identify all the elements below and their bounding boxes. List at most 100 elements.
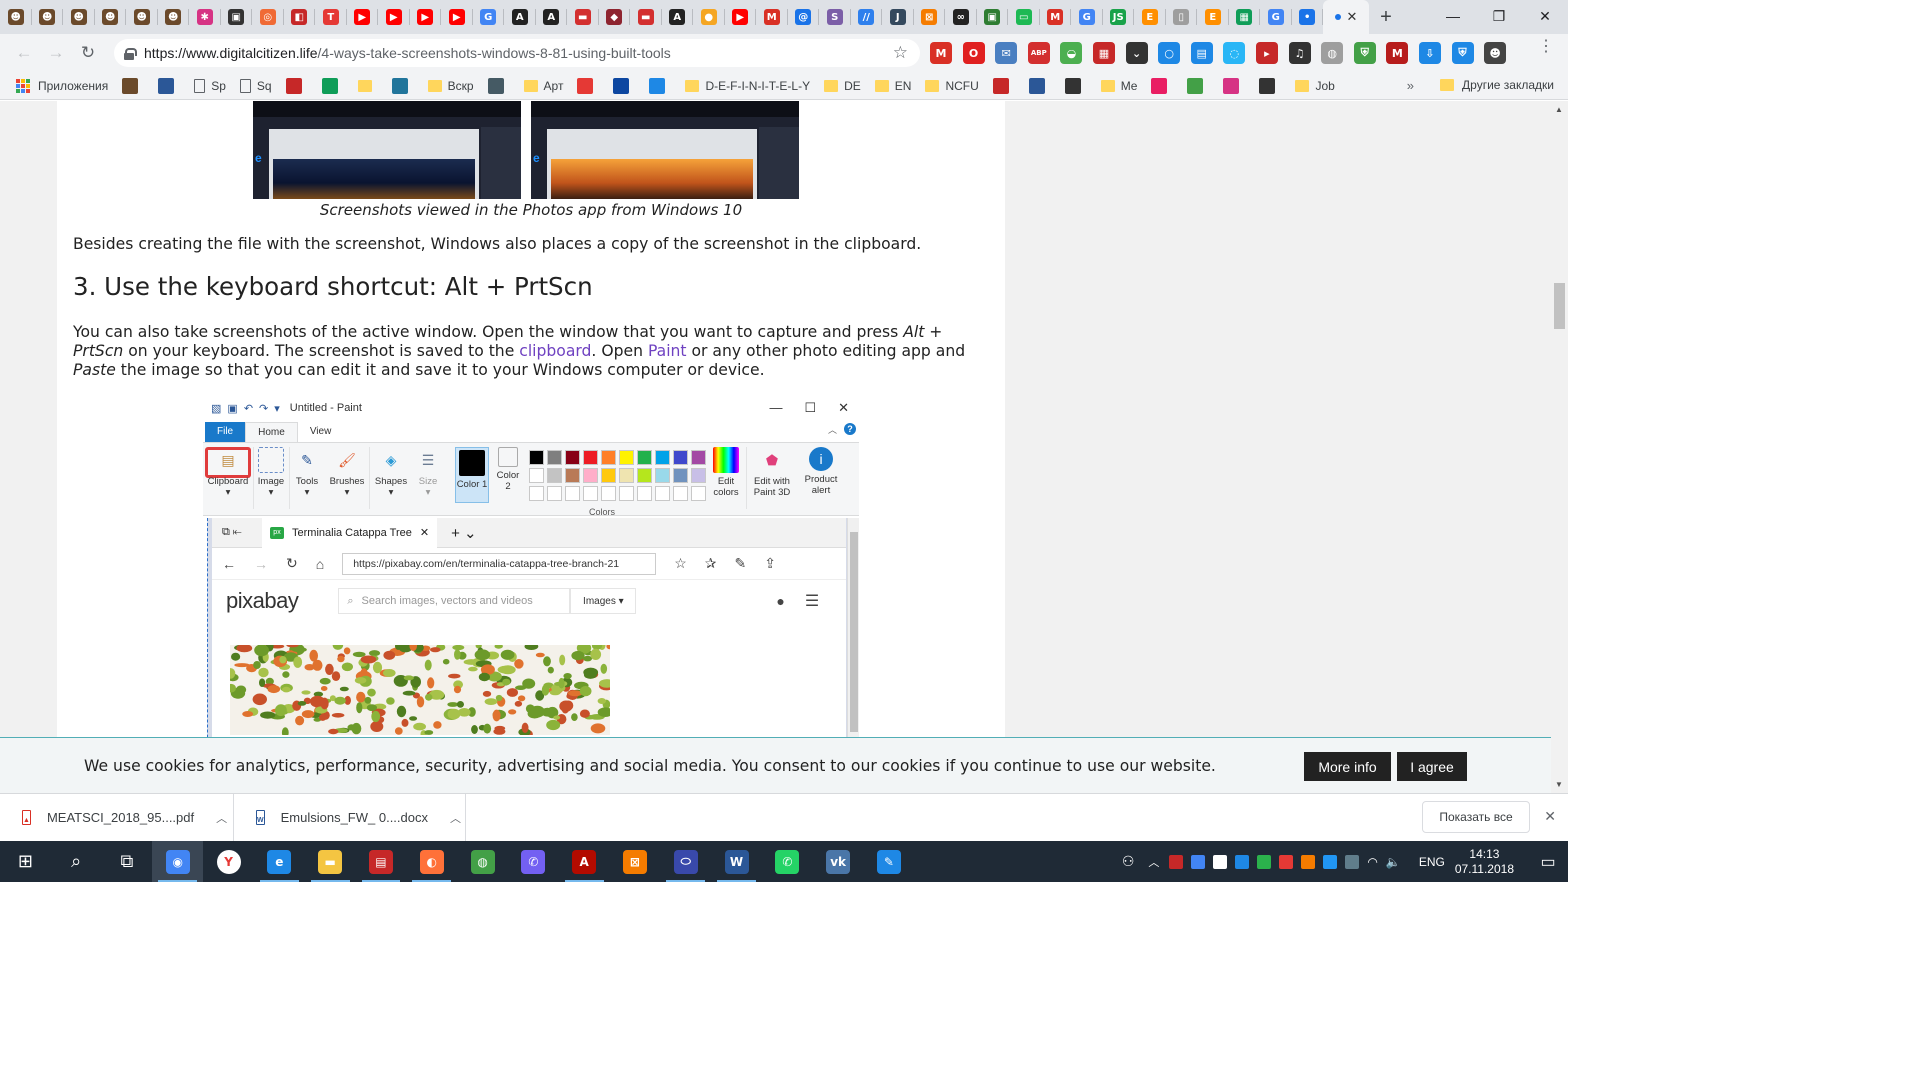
download-item-docx[interactable]: W Emulsions_FW_ 0....docx ︿ bbox=[234, 793, 466, 842]
bookmark-item[interactable]: D-E-F-I-N-I-T-E-L-Y bbox=[685, 79, 810, 93]
tray-overflow-icon[interactable]: ︿ bbox=[1148, 854, 1159, 870]
browser-tab[interactable]: A bbox=[662, 0, 694, 34]
taskbar-app[interactable]: ⧉ bbox=[102, 841, 153, 882]
browser-tab[interactable]: ☻ bbox=[158, 0, 190, 34]
browser-tab[interactable]: ▶ bbox=[347, 0, 379, 34]
tray-app-icon[interactable] bbox=[1235, 854, 1250, 869]
download-options-chevron-icon[interactable]: ︿ bbox=[216, 810, 227, 826]
bookmark-item[interactable]: Sp bbox=[194, 78, 226, 93]
grid-icon[interactable]: ▦ bbox=[1092, 42, 1115, 64]
taskbar-app[interactable]: ▤ bbox=[356, 841, 407, 882]
bookmark-item[interactable] bbox=[1028, 77, 1051, 94]
download-item-pdf[interactable]: ▲ MEATSCI_2018_95....pdf ︿ bbox=[0, 793, 234, 842]
tray-app-icon[interactable] bbox=[1257, 854, 1272, 869]
maximize-button[interactable]: ❐ bbox=[1476, 0, 1522, 32]
bookmark-item[interactable]: Me bbox=[1100, 79, 1137, 93]
new-tab-button[interactable]: + bbox=[1369, 0, 1403, 34]
basket-icon[interactable]: ◒ bbox=[1060, 42, 1083, 64]
bookmark-item[interactable] bbox=[613, 77, 635, 94]
browser-tab[interactable]: ☻ bbox=[95, 0, 127, 34]
browser-tab[interactable]: E bbox=[1197, 0, 1229, 34]
mm-icon[interactable]: M bbox=[1386, 42, 1409, 64]
tab-close-icon[interactable]: ✕ bbox=[1347, 9, 1358, 25]
taskbar-app[interactable]: ✆ bbox=[508, 841, 559, 882]
browser-tab[interactable]: • bbox=[1292, 0, 1324, 34]
music-icon[interactable]: ♫ bbox=[1288, 42, 1311, 64]
taskbar-app[interactable]: ⬭ bbox=[660, 841, 711, 882]
browser-tab[interactable]: ▶ bbox=[441, 0, 473, 34]
tray-app-icon[interactable] bbox=[1301, 854, 1316, 869]
globe-icon[interactable]: ◍ bbox=[1321, 42, 1344, 64]
cookie-more-info-button[interactable]: More info bbox=[1304, 752, 1391, 781]
taskbar-app[interactable]: ◍ bbox=[457, 841, 508, 882]
opera-icon[interactable]: O bbox=[962, 42, 985, 64]
browser-tab[interactable]: ✱ bbox=[189, 0, 221, 34]
bookmark-item[interactable] bbox=[285, 77, 308, 94]
reload-button[interactable]: ↻ bbox=[72, 37, 104, 69]
apps-bookmark[interactable]: Приложения bbox=[16, 78, 108, 93]
browser-tab[interactable]: G bbox=[473, 0, 505, 34]
taskbar-app[interactable]: W bbox=[711, 841, 762, 882]
browser-tab[interactable]: ☻ bbox=[0, 0, 32, 34]
sync-icon[interactable]: ◌ bbox=[1223, 42, 1246, 64]
lock-icon[interactable] bbox=[124, 47, 137, 60]
bookmark-item[interactable]: Sq bbox=[239, 78, 272, 93]
show-all-downloads-button[interactable]: Показать все bbox=[1422, 801, 1530, 833]
cookie-agree-button[interactable]: I agree bbox=[1397, 752, 1467, 781]
clipboard-link[interactable]: clipboard bbox=[519, 342, 591, 360]
browser-tab[interactable]: ▣ bbox=[977, 0, 1009, 34]
bookmark-item[interactable]: EN bbox=[874, 79, 911, 93]
bookmark-item[interactable] bbox=[1259, 77, 1281, 94]
bookmark-item[interactable]: Job bbox=[1295, 79, 1335, 93]
bookmarks-overflow-button[interactable]: » bbox=[1407, 78, 1414, 93]
bookmark-star-icon[interactable]: ☆ bbox=[893, 43, 908, 63]
shield-icon[interactable]: ⛨ bbox=[1451, 42, 1474, 64]
browser-tab[interactable]: A bbox=[504, 0, 536, 34]
tray-app-icon[interactable] bbox=[1191, 854, 1206, 869]
taskbar-app[interactable]: e bbox=[254, 841, 305, 882]
bookmark-item[interactable] bbox=[1223, 77, 1245, 94]
browser-tab[interactable]: ▭ bbox=[1008, 0, 1040, 34]
browser-tab[interactable]: ▶ bbox=[725, 0, 757, 34]
taskbar-app[interactable]: ⊞ bbox=[0, 841, 51, 882]
bookmark-item[interactable] bbox=[487, 77, 510, 94]
tray-app-icon[interactable] bbox=[1169, 854, 1184, 869]
mail-icon[interactable]: ✉ bbox=[995, 42, 1018, 64]
browser-tab[interactable]: G bbox=[1260, 0, 1292, 34]
wifi-icon[interactable]: ◠ bbox=[1367, 855, 1377, 869]
window-icon[interactable]: ▤ bbox=[1190, 42, 1213, 64]
paint-link[interactable]: Paint bbox=[648, 342, 687, 360]
browser-tab[interactable]: S bbox=[819, 0, 851, 34]
bookmark-item[interactable]: DE bbox=[824, 79, 861, 93]
minimize-button[interactable]: — bbox=[1430, 0, 1476, 32]
scroll-down-icon[interactable]: ▼ bbox=[1555, 780, 1563, 789]
bookmark-item[interactable]: Арт bbox=[523, 79, 563, 93]
browser-tab[interactable]: M bbox=[756, 0, 788, 34]
taskbar-app[interactable]: ⊠ bbox=[610, 841, 661, 882]
adblock-icon[interactable]: ABP bbox=[1027, 42, 1050, 64]
download-icon[interactable]: ⇩ bbox=[1418, 42, 1441, 64]
bookmark-item[interactable] bbox=[391, 77, 414, 94]
browser-tab[interactable]: ☻ bbox=[126, 0, 158, 34]
taskbar-app[interactable]: ✆ bbox=[762, 841, 813, 882]
browser-tab[interactable]: ☻ bbox=[32, 0, 64, 34]
bookmark-item[interactable]: Вскр bbox=[427, 79, 474, 93]
browser-tab[interactable]: @ bbox=[788, 0, 820, 34]
tray-app-icon[interactable] bbox=[1345, 854, 1360, 869]
browser-tab[interactable]: ⊠ bbox=[914, 0, 946, 34]
bookmark-item[interactable]: NCFU bbox=[925, 79, 979, 93]
forward-button[interactable]: → bbox=[40, 37, 72, 69]
notifications-icon[interactable]: ▭ bbox=[1528, 841, 1568, 882]
tray-app-icon[interactable] bbox=[1279, 854, 1294, 869]
downloads-close-icon[interactable]: ✕ bbox=[1544, 808, 1556, 825]
browser-tab[interactable]: ● bbox=[693, 0, 725, 34]
taskbar-app[interactable]: ⌕ bbox=[51, 841, 102, 882]
browser-tab[interactable]: ∞ bbox=[945, 0, 977, 34]
scroll-up-icon[interactable]: ▲ bbox=[1555, 105, 1563, 114]
taskbar-app[interactable]: vk bbox=[813, 841, 864, 882]
bookmark-item[interactable] bbox=[649, 77, 671, 94]
bookmark-item[interactable] bbox=[1064, 77, 1087, 94]
browser-tab[interactable]: T bbox=[315, 0, 347, 34]
url-text[interactable]: https://www.digitalcitizen.life/4-ways-t… bbox=[144, 45, 671, 61]
scrollbar-thumb[interactable] bbox=[1554, 283, 1565, 329]
